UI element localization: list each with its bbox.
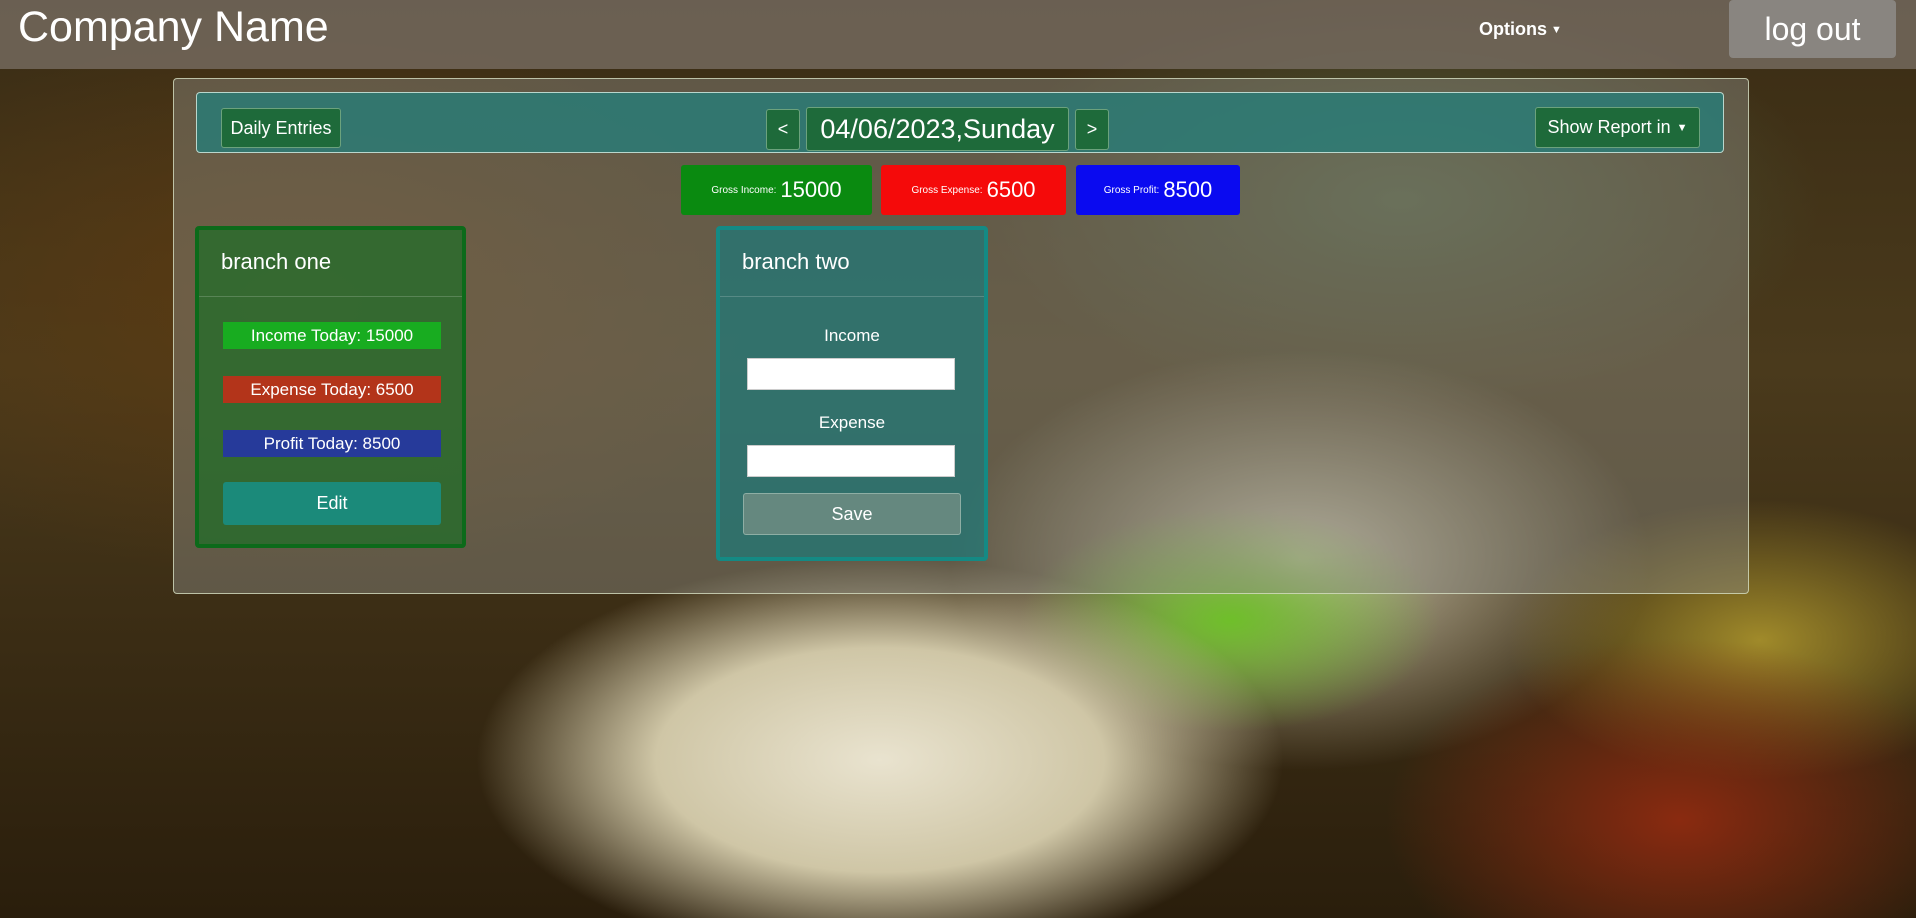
- options-dropdown[interactable]: Options ▼: [1479, 19, 1562, 40]
- edit-button[interactable]: Edit: [223, 482, 441, 525]
- gross-income-label: Gross Income:: [711, 184, 777, 196]
- previous-day-button[interactable]: <: [766, 109, 800, 150]
- caret-down-icon: ▼: [1551, 24, 1562, 36]
- gross-profit-badge: Gross Profit: 8500: [1076, 165, 1240, 215]
- logout-button[interactable]: log out: [1729, 0, 1896, 58]
- gross-profit-value: 8500: [1163, 177, 1213, 202]
- gross-income-badge: Gross Income: 15000: [681, 165, 872, 215]
- current-date-display: 04/06/2023,Sunday: [806, 107, 1069, 151]
- options-label: Options: [1479, 19, 1547, 39]
- profit-today-badge: Profit Today: 8500: [223, 430, 441, 457]
- expense-field-label: Expense: [818, 413, 886, 432]
- caret-down-icon: ▼: [1676, 122, 1688, 134]
- branch-two-card: branch two Income Expense Save: [716, 226, 988, 561]
- show-report-dropdown[interactable]: Show Report in ▼: [1535, 107, 1700, 148]
- gross-profit-label: Gross Profit:: [1103, 184, 1160, 196]
- card-divider: [199, 296, 462, 297]
- show-report-label: Show Report in: [1547, 117, 1671, 137]
- gross-expense-badge: Gross Expense: 6500: [881, 165, 1066, 215]
- income-today-badge: Income Today: 15000: [223, 322, 441, 349]
- income-input[interactable]: [747, 358, 955, 390]
- branch-one-title: branch one: [221, 249, 332, 274]
- save-button[interactable]: Save: [743, 493, 961, 535]
- expense-input[interactable]: [747, 445, 955, 477]
- brand-link[interactable]: Company Name: [18, 3, 329, 52]
- daily-entries-button[interactable]: Daily Entries: [221, 108, 341, 148]
- next-day-button[interactable]: >: [1075, 109, 1109, 150]
- navbar: Company Name Options ▼ log out: [0, 0, 1916, 69]
- income-field-label: Income: [824, 326, 880, 345]
- gross-expense-label: Gross Expense:: [911, 184, 983, 196]
- gross-expense-value: 6500: [986, 177, 1036, 202]
- gross-income-value: 15000: [780, 177, 842, 202]
- card-divider: [720, 296, 984, 297]
- branch-two-title: branch two: [742, 249, 850, 274]
- branch-one-card: branch one Income Today: 15000 Expense T…: [195, 226, 466, 548]
- expense-today-badge: Expense Today: 6500: [223, 376, 441, 403]
